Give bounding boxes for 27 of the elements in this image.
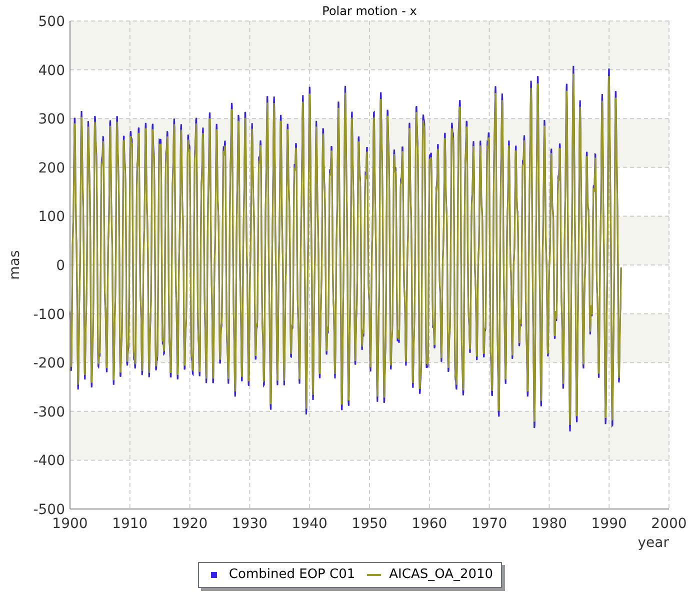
y-tick-label: -100 [33,306,65,323]
legend-label: Combined EOP C01 [228,566,356,584]
chart-title: Polar motion - x [322,4,417,18]
x-tick-label: 1950 [352,516,388,532]
x-tick-label: 1940 [292,516,328,532]
x-tick-label: 1960 [412,516,448,532]
x-tick-label: 1920 [172,516,208,532]
x-tick-label: 2000 [651,516,687,532]
y-tick-label: 200 [38,160,65,176]
legend-label: AICAS_OA_2010 [389,566,494,584]
x-tick-label: 1910 [112,516,148,532]
x-axis-label: year [638,535,669,551]
y-tick-label: 400 [38,62,65,79]
y-tick-label: 300 [38,112,65,128]
x-tick-label: 1930 [232,516,268,532]
x-tick-label: 1900 [52,516,88,532]
x-tick-label: 1990 [591,516,627,532]
x-tick-label: 1980 [531,516,568,532]
x-tick-label: 1970 [471,516,508,532]
y-tick-label: 100 [38,209,65,226]
y-tick-label: -400 [33,453,65,470]
y-axis-label: mas [7,250,23,280]
y-tick-label: -500 [33,502,65,518]
y-tick-label: -300 [33,404,65,420]
y-tick-label: -200 [33,356,65,372]
y-tick-label: 0 [56,258,65,274]
y-tick-label: 500 [38,14,65,30]
